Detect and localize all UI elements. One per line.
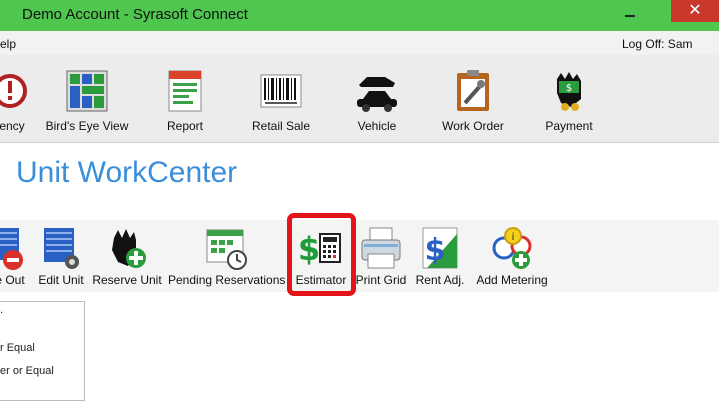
toolbar-report[interactable]: Report [155,55,215,143]
estimator-highlight [287,213,356,296]
toolbar-label: ency [0,119,25,133]
action-edit-unit[interactable]: Edit Unit [36,220,86,292]
action-label: Rent Adj. [415,273,465,287]
filter-option-equal[interactable]: r Equal [0,342,35,354]
toolbar-birds-eye-view[interactable]: Bird's Eye View [44,55,130,143]
title-bar: Demo Account - Syrasoft Connect ✕ [0,0,719,31]
svg-text:$: $ [566,83,572,94]
barcode-icon [259,69,303,113]
toolbar-label: Retail Sale [251,119,311,133]
reserve-hand-icon [106,226,148,270]
emergency-icon [0,69,34,113]
toolbar-label: Payment [545,119,593,133]
report-icon [163,69,207,113]
main-toolbar: ency Bird's Eye View Report Retail Sale … [0,55,719,143]
toolbar-label: Vehicle [357,119,397,133]
action-pending-reservations[interactable]: Pending Reservations [168,220,286,292]
action-label: Add Metering [476,273,548,287]
toolbar-label: Report [166,119,204,133]
action-bar: e Out Edit Unit Reserve Unit Pending Res… [0,220,719,292]
toolbar-work-order[interactable]: Work Order [437,55,509,143]
edit-unit-icon [40,226,82,270]
action-add-metering[interactable]: i Add Metering [472,220,552,292]
filter-line: . [0,304,4,316]
grid-map-icon [65,69,109,113]
toolbar-label: Work Order [442,119,504,133]
window-title: Demo Account - Syrasoft Connect [22,6,248,23]
calendar-clock-icon [205,226,247,270]
payment-hand-icon: $ [547,69,591,113]
action-label: Pending Reservations [168,273,286,287]
menu-help[interactable]: elp [0,37,16,51]
svg-text:i: i [512,232,515,243]
logoff-link[interactable]: Log Off: Sam [622,37,692,51]
toolbar-label: Bird's Eye View [45,119,129,133]
filter-panel: . r Equal er or Equal [0,301,85,401]
toolbar-emergency[interactable]: ency [0,55,42,143]
action-move-out[interactable]: e Out [0,220,30,292]
move-out-icon [0,226,31,270]
action-label: Edit Unit [38,273,84,287]
filter-option-or-equal[interactable]: er or Equal [0,365,54,377]
action-label: e Out [0,273,25,287]
action-print-grid[interactable]: Print Grid [354,220,408,292]
toolbar-retail-sale[interactable]: Retail Sale [248,55,314,143]
work-order-icon [451,69,495,113]
action-rent-adj[interactable]: $ Rent Adj. [412,220,468,292]
page-title: Unit WorkCenter [16,156,238,189]
action-reserve-unit[interactable]: Reserve Unit [91,220,163,292]
action-label: Print Grid [355,273,407,287]
rent-adjust-icon: $ [419,226,461,270]
vehicle-icon [355,69,399,113]
toolbar-vehicle[interactable]: Vehicle [347,55,407,143]
svg-text:$: $ [425,233,446,268]
close-button[interactable]: ✕ [671,0,719,22]
menu-bar: elp Log Off: Sam [0,31,719,55]
metering-icon: i [491,226,533,270]
minimize-button[interactable] [615,2,645,26]
printer-icon [360,226,402,270]
toolbar-payment[interactable]: $ Payment [539,55,599,143]
action-label: Reserve Unit [92,273,162,287]
